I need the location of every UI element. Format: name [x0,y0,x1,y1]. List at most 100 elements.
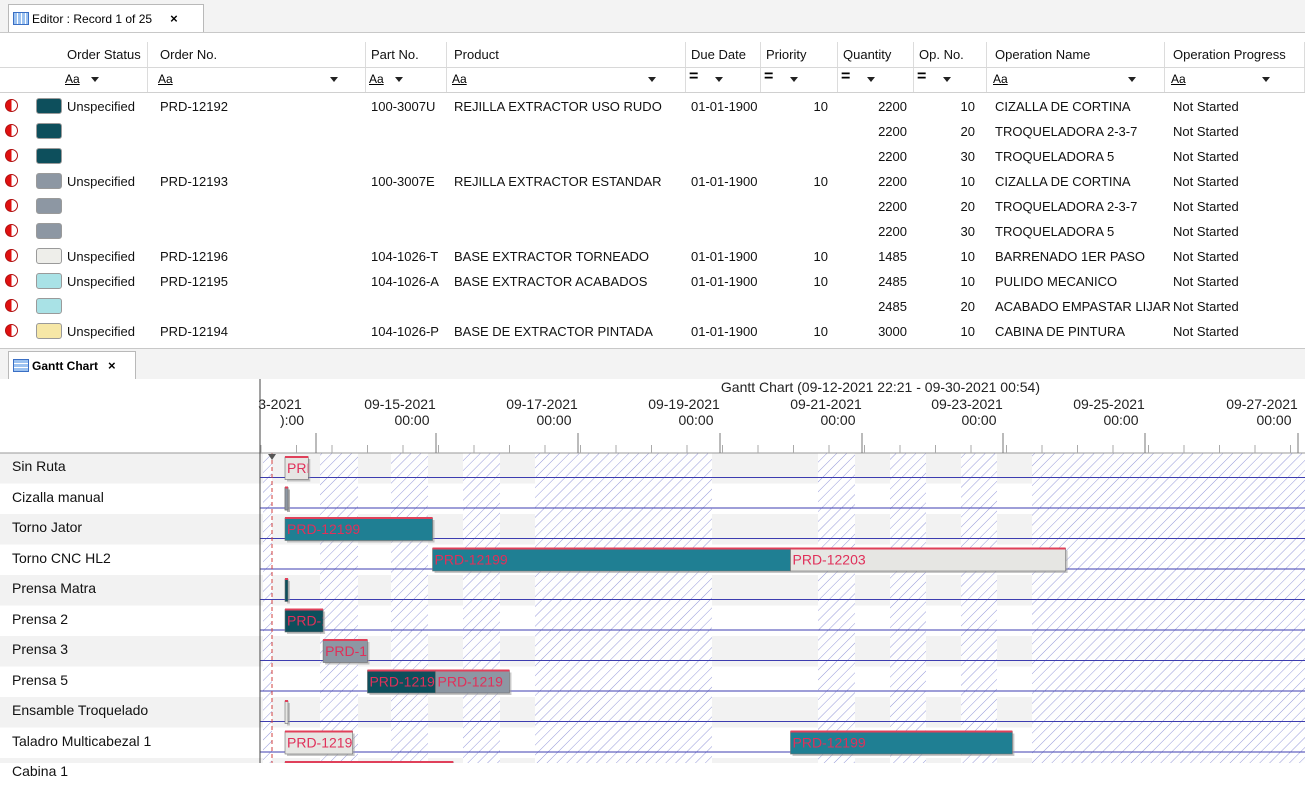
column-header-progress[interactable]: Operation Progress [1165,42,1305,67]
resource-row[interactable]: Prensa 2 [0,606,255,636]
filter-operator: = [764,68,774,85]
column-header-opname[interactable]: Operation Name [987,42,1165,67]
task-bar[interactable]: PRD-12199 [432,547,793,574]
cell-qty: 3000 [878,324,907,339]
cell-due: 01-01-1900 [691,99,758,114]
table-row[interactable]: Unspecified PRD-12195 104-1026-A BASE EXTRA… [0,269,1305,294]
table-row[interactable]: 2485 20 ACABADO EMPASTAR LIJAR Not Started [0,294,1305,319]
table-row[interactable]: 2200 20 TROQUELADORA 2-3-7 Not Started [0,194,1305,219]
chevron-down-icon[interactable] [867,77,875,82]
column-header-part[interactable]: Part No. [366,42,447,67]
cell-part: 104-1026-P [371,324,439,339]
task-bar[interactable]: PRD-12203 [790,547,1068,574]
cell-op: 20 [960,299,975,314]
bar-top-stripe [285,456,309,458]
color-swatch [36,323,62,339]
task-bar[interactable]: PRD-1219 [367,669,438,696]
status-indicator-icon [5,149,18,162]
filter-product[interactable]: Aa [447,68,686,92]
tick-label-date: 09-27-2021 [1226,396,1298,412]
cell-progress: Not Started [1173,149,1239,164]
table-row[interactable]: Unspecified PRD-12192 100-3007U REJILLA EXT… [0,94,1305,119]
chevron-down-icon[interactable] [91,77,99,82]
resource-row[interactable]: Prensa 3 [0,636,255,666]
non-working-block [535,453,712,763]
bar-top-stripe [285,517,433,519]
bar-label: PRD-1219 [438,674,504,690]
filter-priority[interactable]: = [761,68,838,92]
close-icon[interactable]: × [170,11,178,26]
tab-gantt[interactable]: Gantt Chart × [8,351,136,379]
column-header-order[interactable]: Order No. [148,42,366,67]
cell-op: 10 [960,274,975,289]
bar-label: PRD-12196 [287,735,360,751]
task-bar[interactable]: PRD-12199 [790,730,1015,757]
tick-label-date: 09-15-2021 [364,396,436,412]
cell-qty: 2200 [878,224,907,239]
task-bar[interactable]: PRD-12 [322,639,375,665]
table-row[interactable]: Unspecified PRD-12193 100-3007E REJILLA EXT… [0,169,1305,194]
table-row[interactable]: Unspecified PRD-12194 104-1026-P BASE DE EX… [0,319,1305,344]
cell-product: REJILLA EXTRACTOR ESTANDAR [454,174,662,189]
chevron-down-icon[interactable] [395,77,403,82]
column-header-label: Product [454,47,499,62]
color-swatch [36,273,62,289]
column-header-due[interactable]: Due Date [686,42,761,67]
resource-row[interactable]: Taladro Multicabezal 1 [0,728,255,758]
task-bar[interactable] [284,700,290,726]
cell-status: Unspecified [67,324,135,339]
filter-part[interactable]: Aa [366,68,447,92]
chevron-down-icon[interactable] [715,77,723,82]
chevron-down-icon[interactable] [790,77,798,82]
task-bar[interactable] [284,578,290,604]
resource-row[interactable]: Cizalla manual [0,484,255,514]
column-header-product[interactable]: Product [447,42,686,67]
column-header-op[interactable]: Op. No. [914,42,987,67]
task-bar[interactable]: PRD-12196 [284,730,360,757]
table-row[interactable]: 2200 30 TROQUELADORA 5 Not Started [0,144,1305,169]
filter-op[interactable]: = [914,68,987,92]
resource-row[interactable]: Ensamble Troquelado [0,697,255,727]
table-row[interactable]: Unspecified PRD-12196 104-1026-T BASE EXTRA… [0,244,1305,269]
resource-row[interactable]: Sin Ruta [0,453,255,483]
bar-label: PRD-12199 [793,735,866,751]
resource-row[interactable]: Prensa 5 [0,667,255,697]
column-header-qty[interactable]: Quantity [838,42,914,67]
gantt-tab-strip: Gantt Chart × [0,348,1305,380]
filter-order[interactable]: Aa [148,68,366,92]
chevron-down-icon[interactable] [943,77,951,82]
tab-editor[interactable]: Editor : Record 1 of 25 × [8,4,204,32]
resource-row[interactable]: Torno Jator [0,514,255,544]
non-working-block [463,453,500,763]
table-row[interactable]: 2200 20 TROQUELADORA 2-3-7 Not Started [0,119,1305,144]
tick-label-time: 00:00 [678,412,713,428]
chevron-down-icon[interactable] [648,77,656,82]
task-bar[interactable]: PRD-1219 [435,669,512,696]
filter-operator: Aa [369,72,384,86]
resource-row[interactable]: Prensa Matra [0,575,255,605]
cell-status: Unspecified [67,274,135,289]
cell-priority: 10 [813,174,828,189]
resource-label: Prensa Matra [12,580,97,596]
filter-due[interactable]: = [686,68,761,92]
non-working-block [391,453,428,763]
column-header-status[interactable]: Order Status [0,42,148,67]
color-swatch [36,98,62,114]
chevron-down-icon[interactable] [330,77,338,82]
task-bar[interactable]: PRD-12199 [284,517,435,543]
gantt-chart: Gantt Chart (09-12-2021 22:21 - 09-30-20… [0,379,1305,779]
cell-qty: 1485 [878,249,907,264]
chevron-down-icon[interactable] [1128,77,1136,82]
column-header-priority[interactable]: Priority [761,42,838,67]
table-row[interactable]: 2200 30 TROQUELADORA 5 Not Started [0,219,1305,244]
filter-status[interactable]: Aa [0,68,148,92]
close-icon[interactable]: × [108,358,116,373]
filter-opname[interactable]: Aa [987,68,1165,92]
filter-qty[interactable]: = [838,68,914,92]
cell-progress: Not Started [1173,249,1239,264]
cell-progress: Not Started [1173,299,1239,314]
filter-progress[interactable]: Aa [1165,68,1305,92]
chevron-down-icon[interactable] [1262,77,1270,82]
color-swatch [36,248,62,264]
resource-row[interactable]: Torno CNC HL2 [0,545,255,575]
